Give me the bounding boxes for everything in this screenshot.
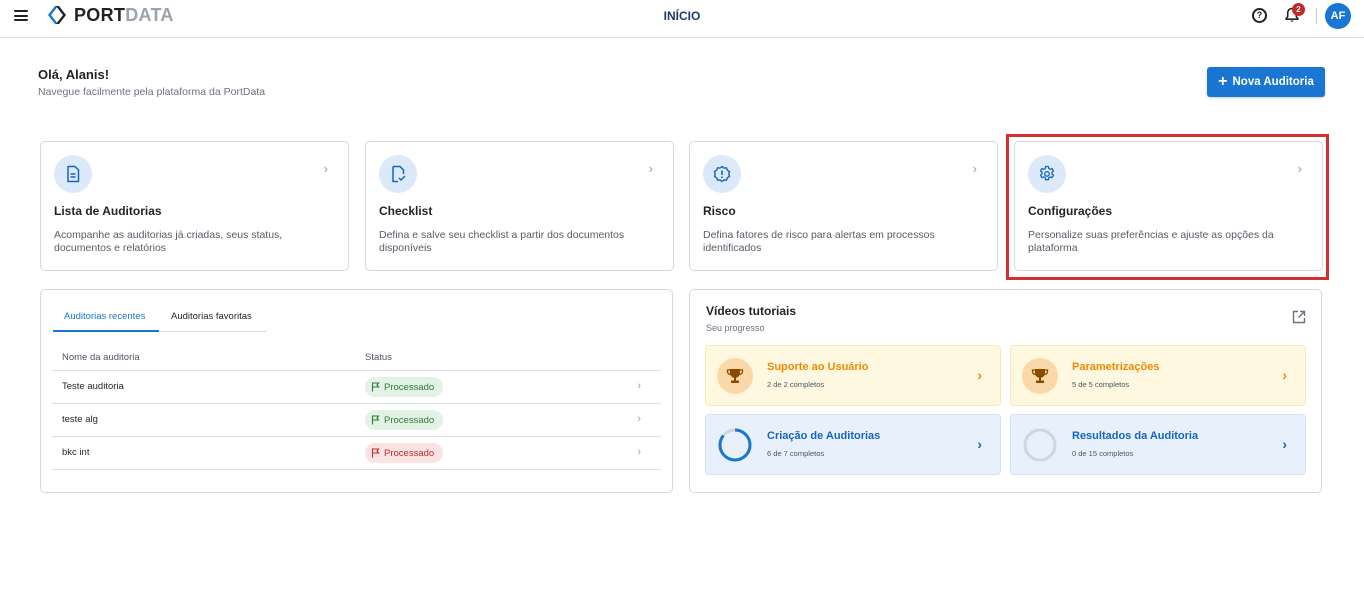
- active-tab-indicator: [53, 330, 159, 332]
- tutorials-panel: Vídeos tutoriais Seu progresso Suporte a…: [689, 289, 1322, 493]
- card-description: Defina e salve seu checklist a partir do…: [379, 229, 625, 254]
- tutorials-title: Vídeos tutoriais: [706, 304, 797, 318]
- table-divider: [52, 469, 661, 470]
- tutorial-title: Resultados da Auditoria: [1072, 430, 1199, 442]
- tutorial-title: Criação de Auditorias: [767, 430, 881, 442]
- card-checklist[interactable]: › Checklist Defina e salve seu checklist…: [365, 141, 674, 271]
- status-label: Processado: [384, 447, 435, 459]
- progress-ring-icon: [717, 427, 753, 463]
- alert-badge-icon: [703, 155, 741, 193]
- document-list-icon: [54, 155, 92, 193]
- trophy-icon: [717, 358, 753, 394]
- chevron-right-icon: ›: [977, 367, 982, 383]
- card-description: Defina fatores de risco para alertas em …: [703, 229, 935, 254]
- column-header-status: Status: [365, 352, 392, 363]
- card-risco[interactable]: › Risco Defina fatores de risco para ale…: [689, 141, 998, 271]
- column-header-name: Nome da auditoria: [62, 352, 140, 363]
- plus-icon: +: [1218, 73, 1228, 90]
- tab-recent-audits[interactable]: Auditorias recentes: [64, 311, 145, 322]
- audits-panel: Auditorias recentes Auditorias favoritas…: [40, 289, 673, 493]
- status-badge: Processado: [365, 443, 444, 463]
- audit-name: bkc int: [62, 447, 90, 458]
- page-title: INÍCIO: [663, 9, 701, 23]
- card-title: Lista de Auditorias: [54, 204, 162, 218]
- tab-favorite-audits[interactable]: Auditorias favoritas: [171, 311, 252, 322]
- checklist-document-icon: [379, 155, 417, 193]
- top-bar: PORTDATA INÍCIO ? 2 AF: [0, 0, 1364, 38]
- audit-name: teste alg: [62, 414, 98, 425]
- flag-icon: [371, 415, 380, 425]
- chevron-right-icon: ›: [977, 436, 982, 452]
- chevron-right-icon: ›: [648, 161, 653, 176]
- help-circle-icon[interactable]: ?: [1252, 8, 1267, 23]
- flag-icon: [371, 448, 380, 458]
- status-badge: Processado: [365, 410, 444, 430]
- table-row[interactable]: Teste auditoria Processado ›: [52, 370, 661, 403]
- card-description: Acompanhe as auditorias já criadas, seus…: [54, 229, 283, 254]
- tutorial-card-suporte[interactable]: Suporte ao Usuário 2 de 2 completos ›: [705, 345, 1001, 406]
- status-badge: Processado: [365, 377, 444, 397]
- greeting-subtitle: Navegue facilmente pela plataforma da Po…: [38, 86, 266, 98]
- highlight-box: [1006, 134, 1329, 280]
- card-lista-auditorias[interactable]: › Lista de Auditorias Acompanhe as audit…: [40, 141, 349, 271]
- tutorial-card-resultados[interactable]: Resultados da Auditoria 0 de 15 completo…: [1010, 414, 1306, 475]
- progress-ring-icon: [1022, 427, 1058, 463]
- chevron-right-icon: ›: [1282, 367, 1287, 383]
- status-label: Processado: [384, 381, 435, 393]
- new-audit-label: Nova Auditoria: [1232, 76, 1314, 88]
- greeting-title: Olá, Alanis!: [38, 67, 110, 82]
- tutorial-title: Parametrizações: [1072, 361, 1160, 373]
- tutorial-card-criacao[interactable]: Criação de Auditorias 6 de 7 completos ›: [705, 414, 1001, 475]
- tutorials-subtitle: Seu progresso: [706, 323, 765, 333]
- open-external-icon[interactable]: [1292, 310, 1306, 324]
- header-divider: [1316, 8, 1317, 24]
- trophy-icon: [1022, 358, 1058, 394]
- chevron-right-icon: ›: [637, 413, 641, 425]
- chevron-right-icon: ›: [1282, 436, 1287, 452]
- audit-name: Teste auditoria: [62, 381, 124, 392]
- table-row[interactable]: bkc int Processado ›: [52, 436, 661, 469]
- tutorial-card-parametrizacoes[interactable]: Parametrizações 5 de 5 completos ›: [1010, 345, 1306, 406]
- chevron-right-icon: ›: [637, 380, 641, 392]
- tutorial-progress: 5 de 5 completos: [1072, 380, 1130, 389]
- status-label: Processado: [384, 414, 435, 426]
- new-audit-button[interactable]: + Nova Auditoria: [1207, 67, 1325, 97]
- table-row[interactable]: teste alg Processado ›: [52, 403, 661, 436]
- tutorial-progress: 2 de 2 completos: [767, 380, 825, 389]
- chevron-right-icon: ›: [637, 446, 641, 458]
- avatar[interactable]: AF: [1325, 3, 1351, 29]
- notification-count-badge: 2: [1292, 3, 1305, 16]
- card-title: Risco: [703, 204, 736, 218]
- flag-icon: [371, 382, 380, 392]
- chevron-right-icon: ›: [972, 161, 977, 176]
- tutorial-progress: 6 de 7 completos: [767, 449, 825, 458]
- chevron-right-icon: ›: [323, 161, 328, 176]
- audits-tabs: Auditorias recentes Auditorias favoritas: [53, 306, 267, 332]
- tutorial-title: Suporte ao Usuário: [767, 361, 869, 373]
- card-title: Checklist: [379, 204, 433, 218]
- tutorial-progress: 0 de 15 completos: [1072, 449, 1134, 458]
